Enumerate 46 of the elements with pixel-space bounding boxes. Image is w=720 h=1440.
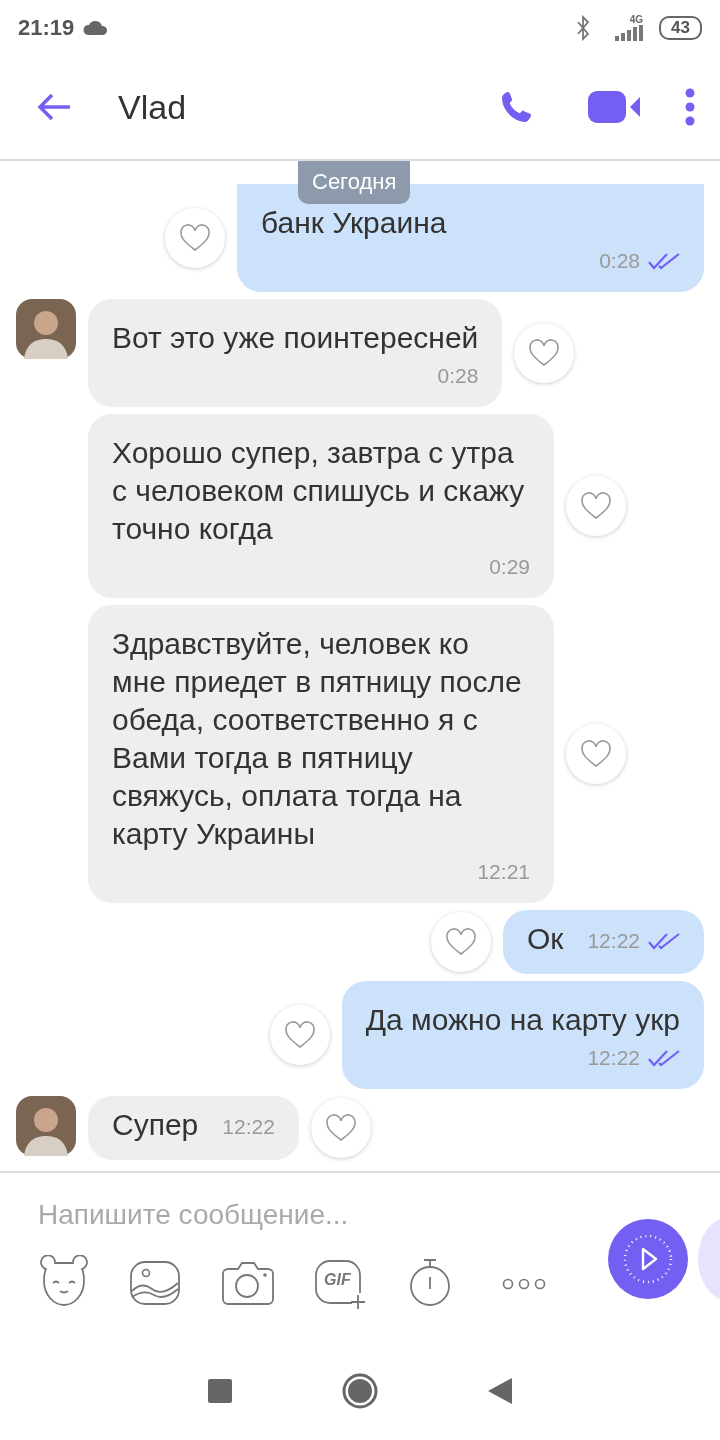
video-icon[interactable] (588, 89, 640, 125)
back-button[interactable] (36, 92, 72, 122)
heart-icon (444, 928, 477, 956)
message-text: Супер (112, 1107, 199, 1143)
like-button[interactable] (514, 323, 575, 383)
message-input[interactable]: Напишите сообщение... (36, 1193, 596, 1237)
heart-icon (324, 1114, 357, 1142)
message-time: 12:22 (222, 1114, 275, 1140)
clock-time: 21:19 (18, 14, 75, 42)
bluetooth-icon (575, 14, 592, 41)
message-text: Да можно на карту укр (365, 1003, 680, 1036)
like-button[interactable] (566, 724, 626, 784)
message-text: Здравствуйте, человек ко мне приедет в пятницу после обеда, соответственно я с Вами тогда в пятницу свяжусь, оплата тогда на карту Украины (112, 627, 522, 850)
date-label: Сегодня (298, 161, 411, 204)
message-time: 0:29 (489, 554, 530, 580)
message-text: Хорошо супер, завтра с утра с человеком спишусь и скажу точно когда (112, 436, 525, 545)
network-type: 4G (629, 14, 644, 25)
message-time: 12:21 (477, 859, 530, 885)
back-triangle-icon[interactable] (488, 1378, 512, 1404)
phone-icon[interactable] (500, 90, 534, 124)
heart-icon (580, 492, 612, 520)
message-time: 0:28 (599, 248, 640, 274)
message-time: 0:28 (437, 363, 479, 389)
gif-label: GIF (324, 1271, 351, 1289)
heart-icon (528, 339, 561, 367)
more-menu-icon[interactable] (684, 88, 696, 126)
message-text: Ок (526, 921, 564, 957)
heart-icon (179, 224, 211, 252)
back-arrow-icon (36, 92, 72, 122)
contact-name: Vlad (118, 86, 188, 128)
heart-icon (580, 740, 612, 768)
like-button[interactable] (269, 1005, 330, 1065)
message-text: Вот это уже поинтересней (112, 321, 479, 354)
more-icon (502, 1277, 546, 1290)
like-button[interactable] (165, 208, 225, 268)
heart-icon (283, 1021, 316, 1049)
like-button[interactable] (566, 476, 626, 536)
home-circle-icon[interactable] (342, 1373, 378, 1409)
play-icon (623, 1234, 673, 1284)
like-button[interactable] (430, 912, 491, 972)
battery-level: 43 (659, 15, 702, 40)
message-text: банк Украина (261, 206, 447, 239)
message-time: 12:22 (587, 1045, 640, 1071)
like-button[interactable] (310, 1098, 371, 1158)
message-time: 12:22 (587, 928, 640, 954)
gif-button[interactable]: GIF (312, 1255, 368, 1311)
